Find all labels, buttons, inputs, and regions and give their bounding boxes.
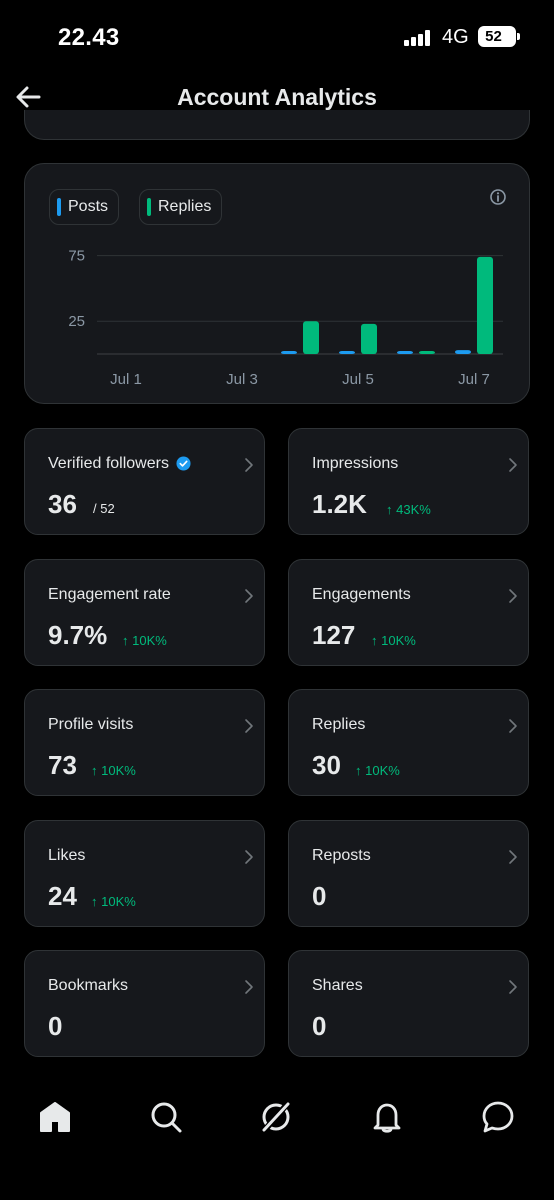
stat-label: Replies: [312, 716, 366, 733]
bar-posts-jul-6[interactable]: [397, 351, 413, 354]
page-title: Account Analytics: [177, 84, 377, 110]
stat-value: 36: [48, 489, 77, 519]
chevron-right-icon: [509, 719, 517, 733]
bar-replies-jul-7[interactable]: [477, 256, 493, 354]
stat-label: Bookmarks: [48, 977, 129, 994]
verified-badge-icon: [176, 456, 191, 471]
y-tick-label: 75: [68, 248, 85, 265]
status-bar: 22.43 4G 52: [0, 0, 554, 70]
bar-replies-jul-5[interactable]: [361, 323, 377, 354]
nav-home[interactable]: [37, 1099, 73, 1135]
stat-card-profile-visits[interactable]: Profile visits 73 ↑ 10K%: [24, 689, 265, 796]
chevron-right-icon: [509, 850, 517, 864]
stat-change: ↑ 10K%: [91, 894, 136, 909]
stat-value: 1.2K: [312, 489, 367, 519]
chevron-right-icon: [245, 980, 253, 994]
home-icon: [40, 1102, 70, 1132]
stat-card-engagement-rate[interactable]: Engagement rate 9.7% ↑ 10K%: [24, 559, 265, 666]
stat-label: Engagement rate: [48, 586, 171, 603]
bar-posts-jul-4[interactable]: [281, 351, 297, 354]
stat-value: 24: [48, 881, 77, 911]
previous-card-edge: [24, 110, 530, 140]
battery-level: 52: [485, 28, 502, 45]
bar-replies-jul-6[interactable]: [419, 351, 435, 354]
chat-icon: [482, 1101, 514, 1133]
stat-card-engagements[interactable]: Engagements 127 ↑ 10K%: [288, 559, 529, 666]
stat-value: 0: [312, 881, 327, 911]
bell-icon: [373, 1103, 401, 1133]
stat-total: / 52: [93, 501, 115, 516]
stat-card-impressions[interactable]: Impressions 1.2K ↑ 43K%: [288, 428, 529, 535]
x-tick-label: Jul 3: [226, 371, 258, 388]
stat-value: 0: [312, 1011, 327, 1041]
network-type: 4G: [442, 26, 469, 48]
chevron-right-icon: [509, 980, 517, 994]
chart-card: Posts Replies 75 25 Jul 1 Jul 3 Jul 5 Jul 7: [24, 163, 530, 404]
bar-posts-jul-7[interactable]: [455, 350, 471, 354]
x-tick-label: Jul 1: [110, 371, 142, 388]
signal-icon: [404, 30, 432, 46]
stat-label: Verified followers: [48, 455, 169, 472]
search-icon: [151, 1102, 182, 1133]
stat-label: Profile visits: [48, 716, 134, 733]
stat-label: Reposts: [312, 847, 371, 864]
stat-card-replies[interactable]: Replies 30 ↑ 10K%: [288, 689, 529, 796]
nav-notifications[interactable]: [369, 1099, 405, 1135]
stat-card-bookmarks[interactable]: Bookmarks 0: [24, 950, 265, 1057]
stat-card-reposts[interactable]: Reposts 0: [288, 820, 529, 927]
status-time: 22.43: [58, 24, 120, 51]
stat-change: ↑ 10K%: [122, 633, 167, 648]
stat-value: 73: [48, 750, 77, 780]
stat-change: ↑ 10K%: [91, 763, 136, 778]
stat-change: ↑ 43K%: [386, 502, 431, 517]
x-tick-label: Jul 7: [458, 371, 490, 388]
chevron-right-icon: [245, 719, 253, 733]
chevron-right-icon: [245, 458, 253, 472]
stat-label: Shares: [312, 977, 363, 994]
chevron-right-icon: [245, 589, 253, 603]
stat-change: ↑ 10K%: [355, 763, 400, 778]
y-tick-label: 25: [68, 313, 85, 330]
stat-change: ↑ 10K%: [371, 633, 416, 648]
chevron-right-icon: [509, 589, 517, 603]
bar-chart: 75 25 Jul 1 Jul 3 Jul 5 Jul 7: [68, 248, 503, 388]
battery-icon: 52: [478, 26, 520, 47]
stat-card-shares[interactable]: Shares 0: [288, 950, 529, 1057]
stat-value: 0: [48, 1011, 63, 1041]
chevron-right-icon: [509, 458, 517, 472]
stat-value: 127: [312, 620, 356, 650]
bar-posts-jul-5[interactable]: [339, 351, 355, 354]
x-tick-label: Jul 5: [342, 371, 374, 388]
stat-label: Likes: [48, 847, 86, 864]
bottom-nav: [0, 1085, 554, 1147]
stat-value: 30: [312, 750, 341, 780]
grok-icon: [260, 1100, 292, 1134]
stat-label: Impressions: [312, 455, 399, 472]
stat-value: 9.7%: [48, 620, 108, 650]
stat-label: Engagements: [312, 586, 411, 603]
bar-replies-jul-4[interactable]: [303, 321, 319, 354]
nav-grok[interactable]: [258, 1099, 294, 1135]
nav-search[interactable]: [148, 1099, 184, 1135]
stat-card-verified-followers[interactable]: Verified followers 36 / 52: [24, 428, 265, 535]
nav-messages[interactable]: [480, 1099, 516, 1135]
stat-card-likes[interactable]: Likes 24 ↑ 10K%: [24, 820, 265, 927]
chevron-right-icon: [245, 850, 253, 864]
